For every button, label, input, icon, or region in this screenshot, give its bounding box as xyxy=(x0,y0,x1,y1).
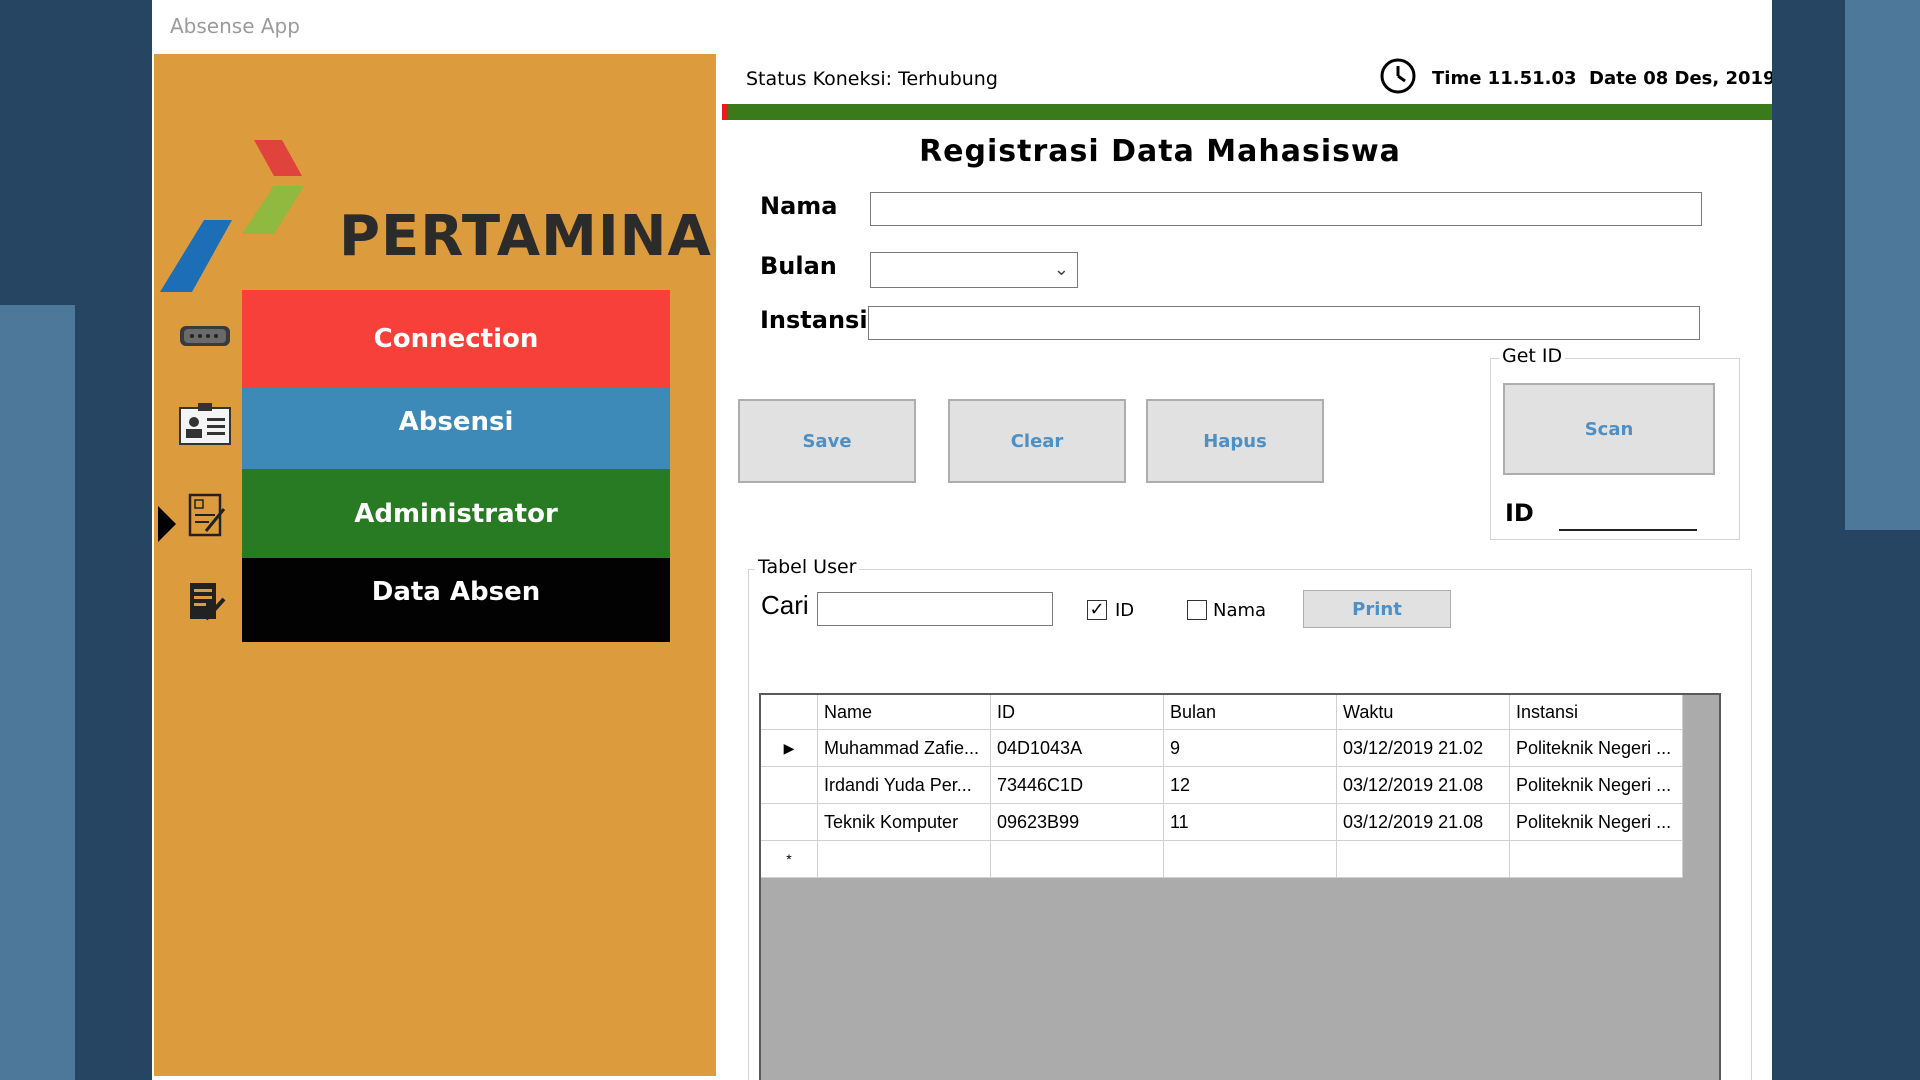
get-id-group-title: Get ID xyxy=(1499,345,1566,367)
pertamina-logo: PERTAMINA xyxy=(154,104,716,304)
table-cell[interactable] xyxy=(990,840,1164,878)
sidebar: PERTAMINA Connection Absensi Administrat… xyxy=(154,54,716,1076)
new-row[interactable]: * xyxy=(761,840,1683,878)
table-cell[interactable]: Irdandi Yuda Per... xyxy=(817,766,991,804)
main-panel: Status Koneksi: Terhubung Time 11.51.03 … xyxy=(718,54,1772,1080)
scan-button[interactable]: Scan xyxy=(1503,383,1715,475)
id-checkbox-label: ID xyxy=(1115,600,1135,621)
user-data-grid[interactable]: Name ID Bulan Waktu Instansi ▶ Muhammad … xyxy=(759,693,1721,1080)
id-value-underline xyxy=(1559,529,1697,531)
table-cell[interactable]: 09623B99 xyxy=(990,803,1164,841)
column-header-id[interactable]: ID xyxy=(990,695,1164,730)
table-header-row: Name ID Bulan Waktu Instansi xyxy=(761,695,1683,730)
table-row[interactable]: Irdandi Yuda Per... 73446C1D 12 03/12/20… xyxy=(761,766,1683,804)
form-title: Registrasi Data Mahasiswa xyxy=(919,134,1401,169)
status-bar-marker xyxy=(722,104,728,120)
hapus-button[interactable]: Hapus xyxy=(1146,399,1324,483)
document-edit-icon xyxy=(176,577,234,627)
datetime-display: Time 11.51.03 Date 08 Des, 2019 xyxy=(1432,68,1772,89)
nav-data-absen-button[interactable]: Data Absen xyxy=(242,558,670,642)
background-block-left xyxy=(0,305,75,1080)
column-header-instansi[interactable]: Instansi xyxy=(1509,695,1683,730)
id-card-icon xyxy=(176,400,234,450)
connection-status: Status Koneksi: Terhubung xyxy=(746,68,998,90)
table-cell[interactable]: Muhammad Zafie... xyxy=(817,729,991,767)
table-cell[interactable]: Politeknik Negeri ... xyxy=(1509,803,1683,841)
row-selector-icon[interactable]: ▶ xyxy=(761,729,818,767)
table-cell[interactable]: 03/12/2019 21.02 xyxy=(1336,729,1510,767)
column-header-bulan[interactable]: Bulan xyxy=(1163,695,1337,730)
selected-indicator-icon xyxy=(158,506,176,542)
tabel-user-group: Tabel User Cari ✓ ID Nama Print Name ID … xyxy=(748,556,1752,1080)
instansi-input[interactable] xyxy=(868,306,1700,340)
column-header-name[interactable]: Name xyxy=(817,695,991,730)
clear-button[interactable]: Clear xyxy=(948,399,1126,483)
nav-absensi-button[interactable]: Absensi xyxy=(242,388,670,469)
table-cell[interactable] xyxy=(1509,840,1683,878)
table-cell[interactable]: 73446C1D xyxy=(990,766,1164,804)
new-row-asterisk-icon[interactable]: * xyxy=(761,840,818,878)
id-checkbox[interactable]: ✓ xyxy=(1087,600,1107,620)
table-cell[interactable]: 9 xyxy=(1163,729,1337,767)
nama-label: Nama xyxy=(760,192,838,220)
app-title: Absense App xyxy=(170,14,300,38)
get-id-group: Get ID Scan ID xyxy=(1490,345,1740,540)
row-selector-icon[interactable] xyxy=(761,803,818,841)
row-header-corner xyxy=(761,695,818,730)
table-cell[interactable]: 04D1043A xyxy=(990,729,1164,767)
tabel-user-group-title: Tabel User xyxy=(755,556,860,578)
save-button[interactable]: Save xyxy=(738,399,916,483)
background-block-right xyxy=(1845,0,1920,530)
nama-input[interactable] xyxy=(870,192,1702,226)
table-cell[interactable]: 11 xyxy=(1163,803,1337,841)
nav-administrator-button[interactable]: Administrator xyxy=(242,469,670,558)
cari-input[interactable] xyxy=(817,592,1053,626)
nav-connection-button[interactable]: Connection xyxy=(242,290,670,388)
table-cell[interactable]: Politeknik Negeri ... xyxy=(1509,766,1683,804)
cari-label: Cari xyxy=(761,590,809,620)
nama-checkbox[interactable] xyxy=(1187,600,1207,620)
table-cell[interactable]: 12 xyxy=(1163,766,1337,804)
nama-checkbox-label: Nama xyxy=(1213,600,1267,621)
bulan-select[interactable]: ⌄ xyxy=(870,252,1078,288)
column-header-waktu[interactable]: Waktu xyxy=(1336,695,1510,730)
table-cell[interactable]: Teknik Komputer xyxy=(817,803,991,841)
title-bar: Absense App xyxy=(152,0,1772,54)
table-row[interactable]: ▶ Muhammad Zafie... 04D1043A 9 03/12/201… xyxy=(761,729,1683,767)
serial-port-icon xyxy=(176,310,234,360)
table-cell[interactable] xyxy=(817,840,991,878)
id-label: ID xyxy=(1505,499,1534,527)
clipboard-edit-icon xyxy=(176,491,234,541)
instansi-label: Instansi xyxy=(760,306,868,334)
status-bar-divider xyxy=(722,104,1772,120)
app-window: Absense App PERTAMINA Connection Absensi… xyxy=(152,0,1772,1080)
table-cell[interactable] xyxy=(1336,840,1510,878)
print-button[interactable]: Print xyxy=(1303,590,1451,628)
table-cell[interactable]: Politeknik Negeri ... xyxy=(1509,729,1683,767)
chevron-down-icon: ⌄ xyxy=(1053,259,1069,279)
table-cell[interactable]: 03/12/2019 21.08 xyxy=(1336,766,1510,804)
table-cell[interactable] xyxy=(1163,840,1337,878)
table-cell[interactable]: 03/12/2019 21.08 xyxy=(1336,803,1510,841)
row-selector-icon[interactable] xyxy=(761,766,818,804)
clock-icon xyxy=(1378,56,1418,96)
user-table: Name ID Bulan Waktu Instansi ▶ Muhammad … xyxy=(761,695,1683,878)
bulan-label: Bulan xyxy=(760,252,837,280)
table-row[interactable]: Teknik Komputer 09623B99 11 03/12/2019 2… xyxy=(761,803,1683,841)
logo-text: PERTAMINA xyxy=(339,204,712,269)
